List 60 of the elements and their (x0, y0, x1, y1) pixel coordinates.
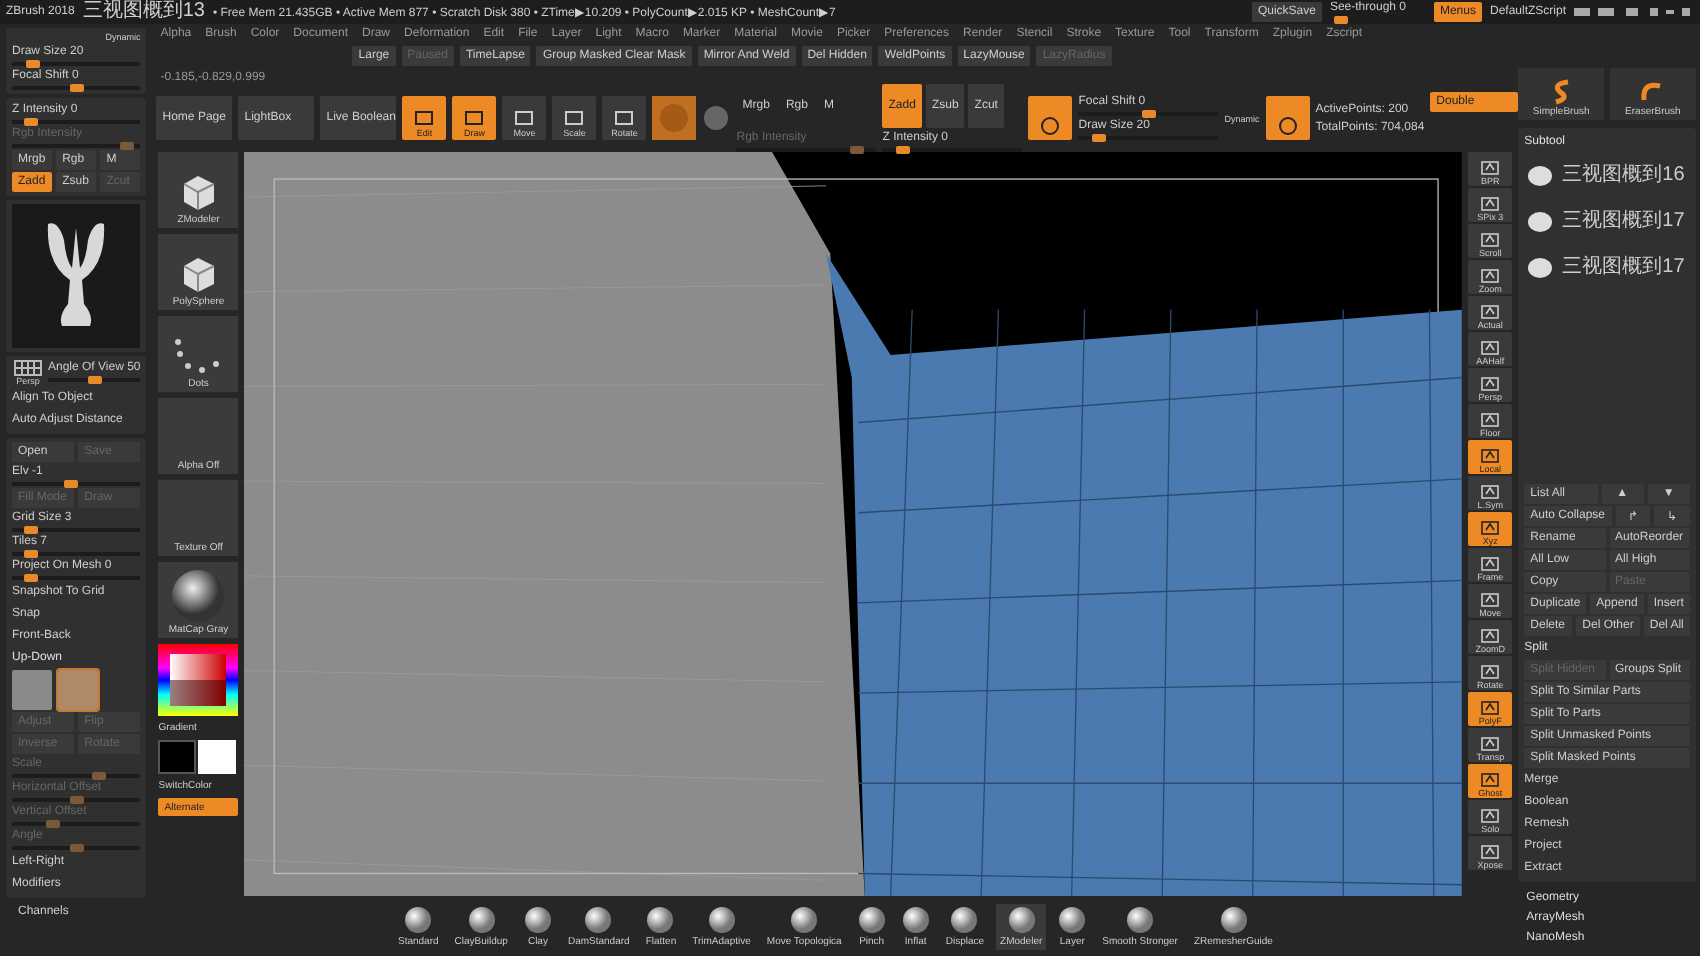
sphere-icon (467, 905, 496, 933)
sphere-icon (404, 905, 433, 933)
sphere-icon (646, 905, 675, 933)
sphere-icon (523, 905, 552, 933)
sphere-icon (584, 905, 613, 933)
mode-icon (514, 110, 535, 128)
mode-icon (564, 110, 585, 128)
view-icon (1480, 232, 1501, 248)
sphere-icon (1058, 905, 1087, 933)
sphere-icon (857, 905, 886, 933)
view-icon (1480, 448, 1501, 464)
sphere-icon (950, 905, 979, 933)
subtool-item[interactable]: 三视图概到16 (1524, 154, 1690, 198)
sphere-icon[interactable] (702, 104, 731, 132)
view-icon (1480, 376, 1501, 392)
view-icon (1480, 304, 1501, 320)
viewport-canvas[interactable] (244, 152, 1463, 896)
subtool-item[interactable]: 三视图概到17 (1524, 200, 1690, 244)
brush-button[interactable] (1265, 96, 1310, 140)
mode-icon (614, 110, 635, 128)
view-icon (1480, 736, 1501, 752)
grid-icon[interactable] (14, 360, 42, 376)
mode-icon (464, 110, 485, 128)
mesh-thumbnail-icon (1524, 252, 1557, 284)
view-icon (1480, 412, 1501, 428)
sphere-icon (790, 905, 819, 933)
brush-button[interactable] (1028, 96, 1073, 140)
window-controls-icon[interactable] (1574, 6, 1694, 18)
view-icon (1480, 592, 1501, 608)
view-icon (1480, 520, 1501, 536)
texture-thumbnail[interactable] (58, 670, 98, 710)
view-icon (1480, 160, 1501, 176)
view-icon (1480, 700, 1501, 716)
circle-icon (1038, 114, 1063, 138)
file-name: 三视图概到13 (82, 0, 205, 24)
view-icon (1480, 628, 1501, 644)
view-icon (1480, 556, 1501, 572)
secondary-color-swatch[interactable] (198, 740, 237, 774)
view-icon (1480, 808, 1501, 824)
texture-thumbnail[interactable] (12, 670, 52, 710)
view-icon (1480, 196, 1501, 212)
mode-icon (414, 110, 435, 128)
mesh-thumbnail-icon (1524, 206, 1557, 238)
sphere-icon (707, 905, 736, 933)
view-icon (1480, 772, 1501, 788)
sphere-icon (901, 905, 930, 933)
sphere-icon (1219, 905, 1248, 933)
color-picker[interactable] (158, 644, 239, 716)
view-icon (1480, 268, 1501, 284)
sphere-icon (168, 568, 229, 624)
mesh-thumbnail-icon (1524, 160, 1557, 192)
sphere-icon (1007, 905, 1036, 933)
circle-icon (1275, 114, 1300, 138)
sphere-icon (1126, 905, 1155, 933)
primary-color-swatch[interactable] (158, 740, 197, 774)
view-icon (1480, 340, 1501, 356)
view-icon (1480, 484, 1501, 500)
view-icon (1480, 664, 1501, 680)
subtool-item[interactable]: 三视图概到17 (1524, 246, 1690, 290)
view-icon (1480, 844, 1501, 860)
